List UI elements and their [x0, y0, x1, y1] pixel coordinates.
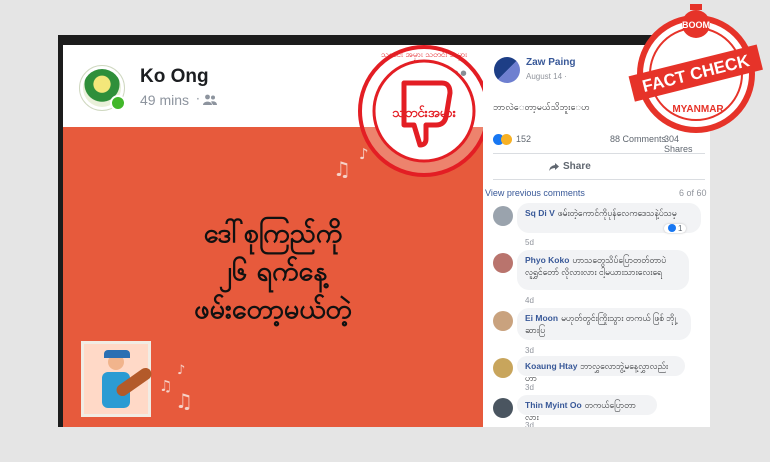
fake-news-stamp: သတင်းအမှား သတင်း အမှား သတင်း အမှား [358, 45, 490, 177]
online-status-dot [110, 95, 126, 111]
music-note-icon: ♫ [175, 389, 193, 413]
page-name[interactable]: Ko Ong [140, 66, 209, 88]
badge-bottom-text: MYANMAR [672, 104, 724, 115]
author-avatar[interactable] [494, 57, 520, 83]
share-button[interactable]: Share [563, 161, 591, 172]
headline-line: ဖမ်းတော့မယ်တဲ့ [194, 294, 352, 325]
comment-date[interactable]: 5d [525, 238, 534, 247]
screenshot-frame: Ko Ong 49 mins · ••• ဒေါ်စုကြည်ကို ၂၆ ရက… [58, 35, 710, 427]
commenter-name[interactable]: Ei Moon [525, 313, 558, 323]
comment-date[interactable]: 3d [525, 421, 534, 427]
divider [493, 179, 705, 180]
music-note-icon: ♫ [159, 377, 173, 395]
commenter-avatar[interactable] [493, 398, 513, 418]
commenter-name[interactable]: Thin Myint Oo [525, 400, 582, 410]
divider [493, 153, 705, 154]
comment-like-badge[interactable]: 1 [664, 224, 687, 233]
headline-line: ၂၆ ရက်နေ့ [218, 256, 328, 287]
view-previous-comments-link[interactable]: View previous comments [485, 188, 585, 198]
commenter-name[interactable]: Phyo Koko [525, 255, 569, 265]
comment-likes: 1 [678, 224, 683, 233]
comment-date[interactable]: 3d [525, 346, 534, 355]
boom-fact-check-badge: BOOM FACT CHECK MYANMAR [628, 4, 763, 133]
share-date[interactable]: August 14 · [526, 72, 567, 81]
commenter-avatar[interactable] [493, 253, 513, 273]
share-icon [549, 163, 559, 171]
guitar-player-illustration [81, 341, 154, 417]
commenter-name[interactable]: Koaung Htay [525, 361, 577, 371]
comment-text: ဖမ်းတဲ့ကောင်ကိုပုန်လေကဒေသနဲ့ပ်သမ့ [557, 208, 677, 218]
like-icon [668, 224, 676, 232]
commenter-avatar[interactable] [493, 206, 513, 226]
comment-bubble: Koaung Htay ဘာလွှလောဘွဲ့မနေ့လွှာလည်းဟာ [517, 356, 685, 383]
image-headline: ဒေါ်စုကြည်ကို ၂၆ ရက်နေ့ ဖမ်းတော့မယ်တဲ့ [63, 215, 483, 329]
music-note-icon: ♪ [177, 363, 186, 378]
comment-date[interactable]: 4d [525, 296, 534, 305]
comment-bubble: Phyo Koko ဟာသတွေသိပ်ပြောတတ်တာပဲ လူရွှင်တေ… [517, 250, 689, 290]
share-caption: ဘာလဲ‌ေတာ့မယ်သိဘူး‌ေဟ [493, 102, 590, 112]
post-timestamp[interactable]: 49 mins [140, 92, 189, 108]
friends-icon [203, 94, 217, 105]
commenter-avatar[interactable] [493, 311, 513, 331]
music-note-icon: ♫ [333, 157, 351, 181]
page-avatar[interactable] [79, 65, 126, 111]
commenter-name[interactable]: Sq Di V [525, 208, 555, 218]
wow-reaction-icon [501, 134, 512, 145]
badge-top-text: BOOM [682, 20, 710, 30]
comment-bubble: Ei Moon မဟုတ်တွင်းကြိုးသွား တကယ် ဖြစ် ဘို… [517, 308, 691, 340]
comment-count-of-total: 6 of 60 [679, 188, 707, 198]
headline-line: ဒေါ်စုကြည်ကို [203, 218, 343, 249]
reaction-count[interactable]: 152 [516, 134, 531, 144]
comment-date[interactable]: 3d [525, 383, 534, 392]
shares-count[interactable]: 304 Shares [664, 134, 703, 154]
commenter-avatar[interactable] [493, 358, 513, 378]
time-separator: · [196, 92, 200, 106]
comment-bubble: Thin Myint Oo တကယ်ပြောတာလား [517, 395, 657, 422]
facebook-post: Ko Ong 49 mins · ••• ဒေါ်စုကြည်ကို ၂၆ ရက… [63, 45, 490, 427]
author-name[interactable]: Zaw Paing [526, 57, 575, 68]
